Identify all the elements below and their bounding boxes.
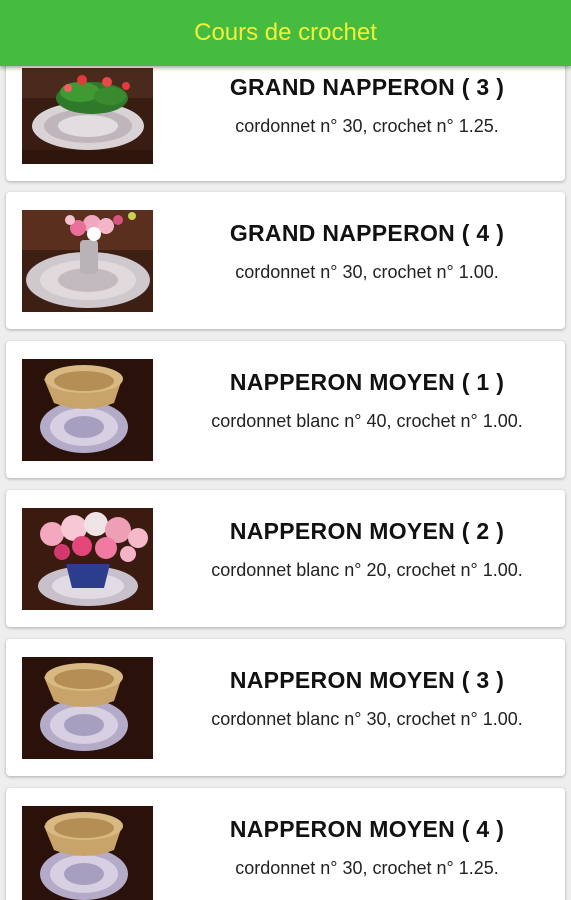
item-subtitle: cordonnet blanc n° 20, crochet n° 1.00. (211, 560, 523, 580)
item-title: NAPPERON MOYEN ( 3 ) (229, 667, 505, 693)
list-item[interactable]: NAPPERON MOYEN ( 4 ) cordonnet n° 30, cr… (6, 788, 565, 900)
doily-with-flowers-photo (22, 68, 153, 164)
list-item[interactable]: NAPPERON MOYEN ( 1 ) cordonnet blanc n° … (6, 341, 565, 478)
item-subtitle: cordonnet n° 30, crochet n° 1.25. (235, 116, 499, 136)
list-item[interactable]: NAPPERON MOYEN ( 3 ) cordonnet blanc n° … (6, 639, 565, 776)
item-subtitle: cordonnet n° 30, crochet n° 1.25. (235, 858, 499, 878)
doily-with-vase-photo (22, 210, 153, 312)
doily-with-pink-flowers-photo (22, 508, 153, 610)
list-item[interactable]: NAPPERON MOYEN ( 2 ) cordonnet blanc n° … (6, 490, 565, 627)
crochet-course-list[interactable]: GRAND NAPPERON ( 3 ) cordonnet n° 30, cr… (0, 0, 571, 900)
list-item[interactable]: GRAND NAPPERON ( 4 ) cordonnet n° 30, cr… (6, 192, 565, 329)
item-subtitle: cordonnet blanc n° 40, crochet n° 1.00. (211, 411, 523, 431)
app-title: Cours de crochet (194, 19, 377, 46)
item-title: NAPPERON MOYEN ( 2 ) (229, 518, 505, 544)
item-title: NAPPERON MOYEN ( 1 ) (229, 369, 505, 395)
item-subtitle: cordonnet blanc n° 30, crochet n° 1.00. (211, 709, 523, 729)
item-title: NAPPERON MOYEN ( 4 ) (229, 816, 505, 842)
item-subtitle: cordonnet n° 30, crochet n° 1.00. (235, 262, 499, 282)
doily-with-wooden-bowl-photo (22, 806, 153, 900)
doily-with-wooden-bowl-photo (22, 359, 153, 461)
item-title: GRAND NAPPERON ( 3 ) (229, 74, 505, 100)
item-title: GRAND NAPPERON ( 4 ) (229, 220, 505, 246)
doily-with-wooden-bowl-photo (22, 657, 153, 759)
app-bar: Cours de crochet (0, 0, 571, 66)
